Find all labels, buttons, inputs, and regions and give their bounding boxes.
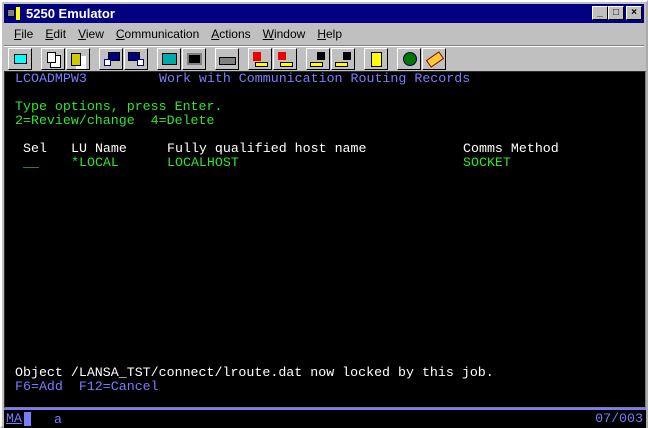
title-bar[interactable]: 5250 Emulator _ □ × [4, 4, 644, 23]
row-lu-name: *LOCAL [71, 155, 119, 170]
print-screen-button[interactable] [8, 47, 32, 70]
copy-button[interactable] [41, 47, 65, 70]
sel-input[interactable]: __ [23, 156, 39, 170]
copy-icon [47, 51, 56, 63]
instructions: Type options, press Enter. [15, 99, 223, 114]
paste-button[interactable] [66, 47, 90, 70]
function-keys[interactable]: F6=Add F12=Cancel [15, 380, 159, 394]
terminal-screen[interactable]: LCOADMPW3 Work with Communication Routin… [4, 71, 646, 408]
help-icon [425, 50, 445, 68]
menu-actions[interactable]: Actions [205, 27, 256, 41]
receive-file-button[interactable] [124, 47, 148, 70]
program-name: LCOADMPW3 [15, 71, 87, 86]
help-button[interactable] [422, 47, 446, 70]
color-map-button[interactable] [182, 47, 206, 70]
web-help-icon [403, 51, 417, 66]
stop-macro-icon [343, 51, 351, 60]
option-legend: 2=Review/change 4=Delete [15, 113, 215, 128]
menu-edit[interactable]: Edit [39, 27, 72, 41]
window-title: 5250 Emulator [26, 6, 115, 21]
row-method: SOCKET [463, 155, 511, 170]
emulator-window: 5250 Emulator _ □ × File Edit View Commu… [0, 0, 648, 428]
mode-indicator: MA [6, 411, 22, 426]
menu-window[interactable]: Window [257, 27, 312, 41]
menu-communication[interactable]: Communication [110, 27, 205, 41]
input-indicator: a [54, 412, 62, 427]
menu-help[interactable]: Help [311, 27, 348, 41]
column-header-method: Comms Method [463, 141, 559, 156]
minimize-button[interactable]: _ [592, 6, 608, 20]
column-header-host: Fully qualified host name [167, 141, 367, 156]
display-setup-button[interactable] [157, 47, 181, 70]
send-file-button[interactable] [99, 47, 123, 70]
app-icon [7, 7, 21, 20]
column-header-sel: Sel [23, 141, 47, 156]
display-setup-icon [162, 52, 177, 65]
keyboard-icon [219, 56, 236, 65]
stop-macro-button[interactable] [331, 47, 355, 70]
row-host: LOCALHOST [167, 155, 239, 170]
operator-info-area: MA a 07/003 [4, 408, 646, 428]
status-message: Object /LANSA_TST/connect/lroute.dat now… [15, 365, 494, 380]
clipboard-button[interactable] [364, 47, 388, 70]
menu-view[interactable]: View [72, 27, 110, 41]
menu-bar: File Edit View Communication Actions Win… [4, 24, 644, 43]
cursor-position: 07/003 [595, 411, 643, 426]
print-screen-icon [14, 53, 27, 64]
web-help-button[interactable] [397, 47, 421, 70]
color-map-icon [187, 52, 202, 65]
menu-file[interactable]: File [8, 27, 39, 41]
toolbar [4, 45, 644, 71]
play-macro-icon [317, 51, 325, 60]
play-macro-button[interactable] [306, 47, 330, 70]
stop-record-button[interactable] [273, 47, 297, 70]
paste-icon [71, 52, 81, 66]
clipboard-icon [371, 51, 382, 67]
maximize-button[interactable]: □ [608, 6, 624, 20]
stop-record-icon [278, 51, 286, 60]
record-macro-button[interactable] [248, 47, 272, 70]
column-header-lu-name: LU Name [71, 141, 127, 156]
keyboard-button[interactable] [215, 47, 239, 70]
record-macro-icon [253, 51, 261, 61]
close-button[interactable]: × [626, 6, 642, 20]
cursor-block [24, 412, 31, 426]
screen-heading: Work with Communication Routing Records [159, 71, 471, 86]
